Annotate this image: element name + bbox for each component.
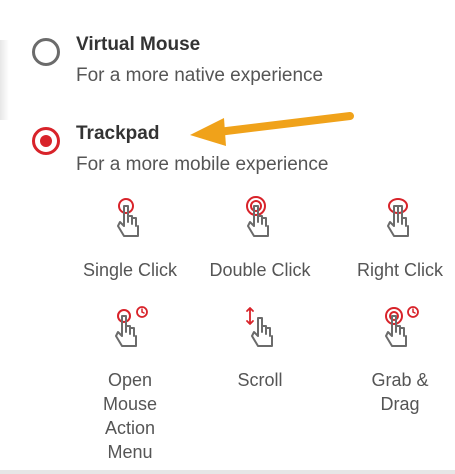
gesture-label: Open Mouse Action Menu [102, 370, 158, 462]
single-tap-hand-icon [117, 198, 139, 237]
bottom-divider [0, 470, 455, 474]
virtual-mouse-radio[interactable] [32, 38, 60, 66]
gesture-scroll: Scroll [190, 306, 330, 392]
gesture-label: Single Click [82, 260, 178, 280]
tap-and-hold-hand-icon [115, 306, 148, 347]
pointer-arrow-icon [190, 112, 354, 146]
gesture-label: Right Click [356, 260, 444, 280]
virtual-mouse-title: Virtual Mouse [76, 34, 201, 55]
gesture-right-click: Right Click [330, 196, 455, 282]
trackpad-subtitle: For a more mobile experience [76, 154, 329, 175]
scroll-hand-icon [246, 307, 273, 347]
gesture-double-click: Double Click [190, 196, 330, 282]
trackpad-radio[interactable] [32, 127, 60, 155]
double-tap-hand-icon [246, 196, 269, 237]
gesture-open-mouse-action-menu: Open Mouse Action Menu [60, 306, 200, 464]
gesture-grab-and-drag: Grab & Drag [330, 306, 455, 416]
gesture-single-click: Single Click [60, 196, 200, 282]
left-panel-shadow [0, 40, 9, 120]
radio-dot [40, 135, 52, 147]
gesture-label: Scroll [237, 370, 283, 390]
gesture-label: Double Click [209, 260, 311, 280]
trackpad-title: Trackpad [76, 123, 160, 144]
tap-hold-drag-hand-icon [385, 306, 419, 347]
gesture-label: Grab & Drag [371, 370, 429, 414]
virtual-mouse-subtitle: For a more native experience [76, 65, 324, 86]
two-finger-tap-hand-icon [387, 198, 409, 237]
